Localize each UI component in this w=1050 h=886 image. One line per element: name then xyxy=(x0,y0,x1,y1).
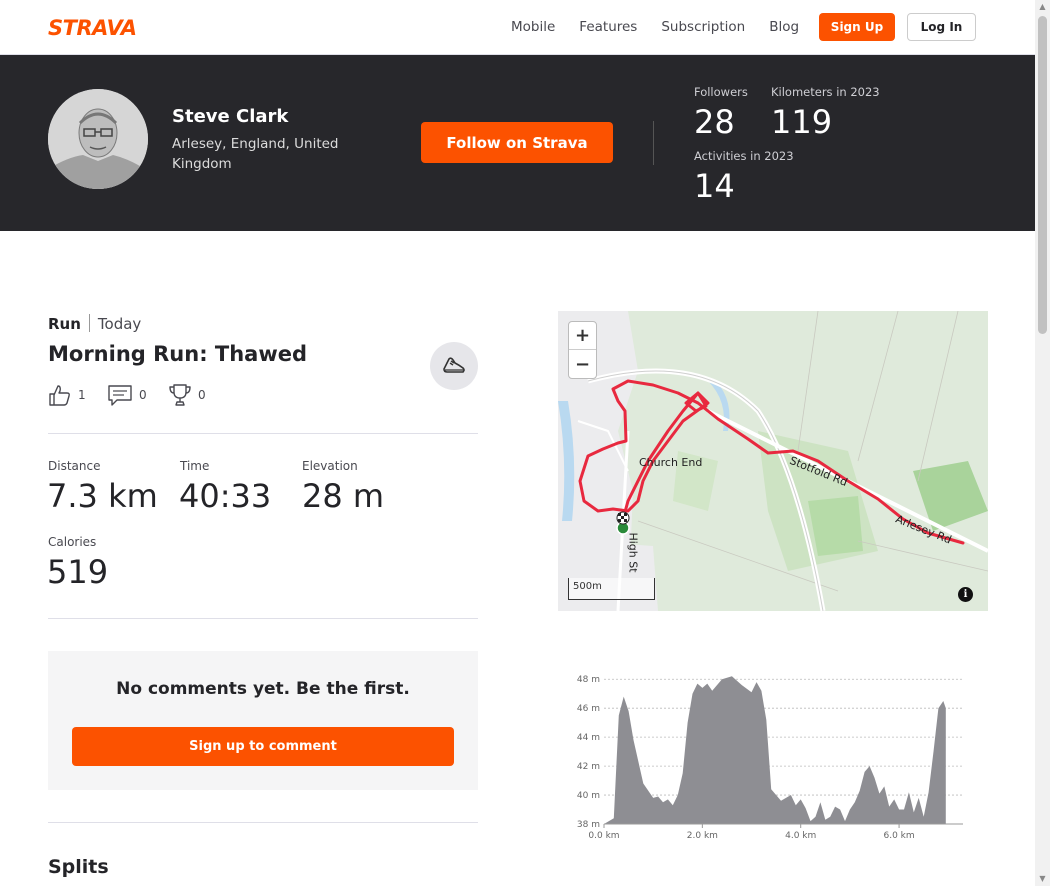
achievements-button[interactable]: 0 xyxy=(168,383,206,407)
map-canvas xyxy=(558,311,988,611)
elevation-chart[interactable]: 38 m 40 m 42 m 44 m 46 m 48 m 0.0 km 2.0 km 4.0 … xyxy=(566,662,976,847)
thumbs-up-icon xyxy=(49,385,70,406)
elevation-area xyxy=(604,676,946,824)
follow-button[interactable]: Follow on Strava xyxy=(421,122,613,163)
calories-value: 519 xyxy=(47,553,109,591)
kilometers-value: 119 xyxy=(771,103,833,141)
zoom-control: + − xyxy=(568,321,597,379)
zoom-in-button[interactable]: + xyxy=(569,322,596,350)
activity-type-label: Run xyxy=(48,315,81,333)
top-nav: STRAVA Mobile Features Subscription Blog… xyxy=(0,0,1035,55)
kudos-button[interactable]: 1 xyxy=(48,383,86,407)
athlete-location: Arlesey, England, United Kingdom xyxy=(172,136,339,172)
nav-links: Mobile Features Subscription Blog xyxy=(511,19,823,35)
shoe-badge xyxy=(430,342,478,390)
x-tick-label: 2.0 km xyxy=(687,831,718,841)
avatar[interactable] xyxy=(48,89,148,189)
athlete-header: Steve Clark Arlesey, England, United Kin… xyxy=(0,55,1035,231)
time-label: Time xyxy=(180,459,210,473)
no-comments-message: No comments yet. Be the first. xyxy=(116,679,410,699)
calories-label: Calories xyxy=(48,535,97,549)
activity-title: Morning Run: Thawed xyxy=(48,342,308,366)
y-tick-label: 40 m xyxy=(577,791,600,801)
kudos-count: 1 xyxy=(78,388,86,402)
activity-type: Run Today xyxy=(48,314,141,333)
divider xyxy=(48,433,478,434)
y-tick-label: 48 m xyxy=(577,675,600,685)
comments-button[interactable]: 0 xyxy=(107,383,147,407)
map-label-high-st: High St xyxy=(626,532,640,573)
elevation-value: 28 m xyxy=(302,477,385,515)
athlete-name[interactable]: Steve Clark xyxy=(172,106,288,127)
activity-date: Today xyxy=(97,315,142,333)
nav-link-mobile[interactable]: Mobile xyxy=(511,19,555,35)
info-icon[interactable]: i xyxy=(958,587,973,602)
trophy-icon xyxy=(169,384,191,406)
sign-up-button[interactable]: Sign Up xyxy=(819,13,895,41)
route-map[interactable]: Church End Stotfold Rd Arlesey Rd High S… xyxy=(558,311,988,611)
y-tick-label: 44 m xyxy=(577,733,600,743)
splits-heading: Splits xyxy=(48,856,109,878)
comments-count: 0 xyxy=(139,388,147,402)
scroll-up-icon[interactable]: ▲ xyxy=(1038,2,1047,12)
achievements-count: 0 xyxy=(198,388,206,402)
time-value: 40:33 xyxy=(179,477,272,515)
activities-count: 14 xyxy=(694,167,735,205)
sign-up-to-comment-button[interactable]: Sign up to comment xyxy=(72,727,454,766)
x-tick-label: 6.0 km xyxy=(883,831,914,841)
y-tick-label: 46 m xyxy=(577,704,600,714)
header-divider xyxy=(653,121,654,165)
x-tick-label: 0.0 km xyxy=(588,831,619,841)
x-tick-label: 4.0 km xyxy=(785,831,816,841)
activities-label: Activities in 2023 xyxy=(694,149,794,163)
followers-count: 28 xyxy=(694,103,735,141)
followers-label: Followers xyxy=(694,85,748,99)
nav-link-subscription[interactable]: Subscription xyxy=(661,19,745,35)
type-separator xyxy=(88,314,90,332)
distance-value: 7.3 km xyxy=(47,477,158,515)
comments-box: No comments yet. Be the first. Sign up t… xyxy=(48,651,478,790)
y-tick-label: 42 m xyxy=(577,762,600,772)
kilometers-label: Kilometers in 2023 xyxy=(771,85,880,99)
scroll-down-icon[interactable]: ▼ xyxy=(1038,874,1047,884)
divider xyxy=(48,618,478,619)
log-in-button[interactable]: Log In xyxy=(907,13,976,41)
map-scale: 500m xyxy=(568,578,655,600)
elevation-label: Elevation xyxy=(302,459,358,473)
nav-link-blog[interactable]: Blog xyxy=(769,19,799,35)
comment-icon xyxy=(108,385,132,406)
running-shoe-icon xyxy=(443,357,465,373)
avatar-image xyxy=(48,89,148,189)
divider xyxy=(48,822,478,823)
zoom-out-button[interactable]: − xyxy=(569,350,596,378)
y-tick-label: 38 m xyxy=(577,820,600,830)
distance-label: Distance xyxy=(48,459,101,473)
strava-logo[interactable]: STRAVA xyxy=(48,16,137,40)
nav-link-features[interactable]: Features xyxy=(579,19,637,35)
map-label-church-end: Church End xyxy=(639,456,703,469)
page-scrollbar[interactable]: ▲ ▼ xyxy=(1035,0,1050,886)
scroll-thumb[interactable] xyxy=(1038,16,1047,334)
